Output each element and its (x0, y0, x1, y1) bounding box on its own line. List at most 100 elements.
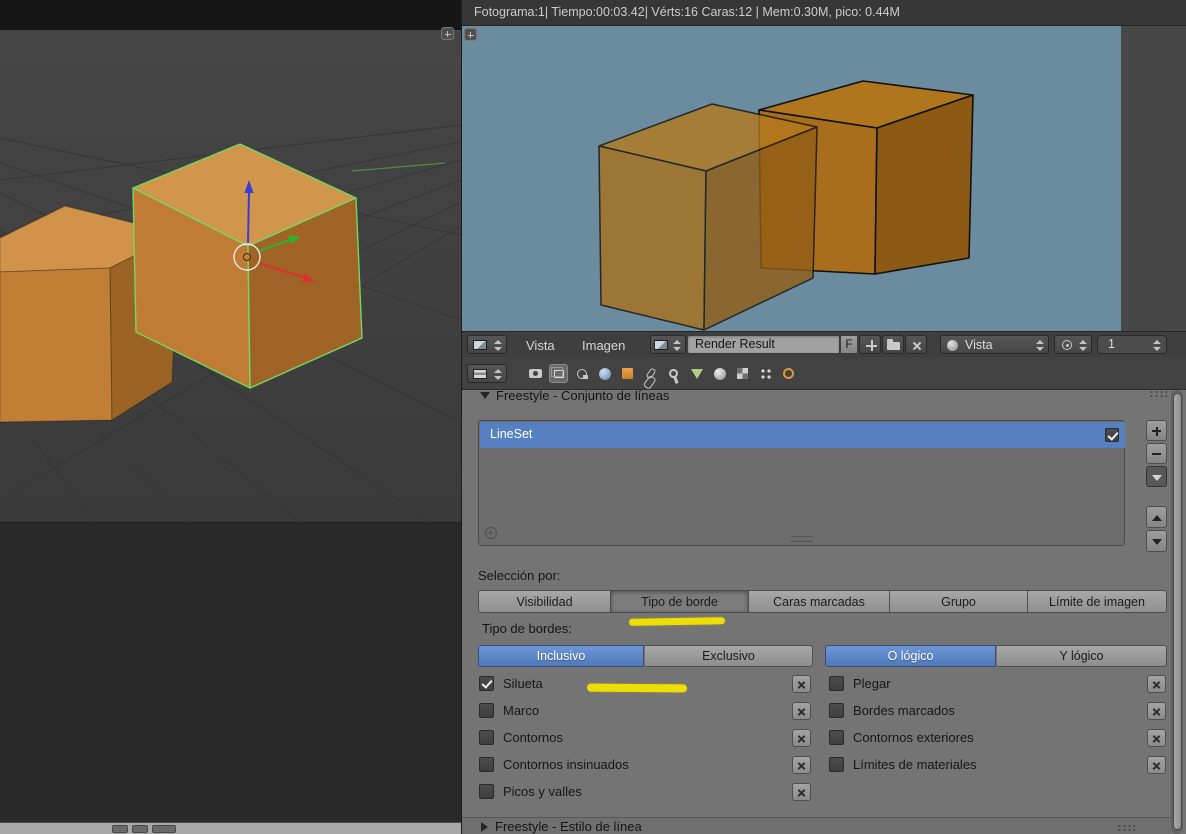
image-editor: Fotograma:1| Tiempo:00:03.42| Vérts:16 C… (461, 0, 1186, 357)
tab-material-icon[interactable] (710, 364, 729, 383)
plegar-checkbox[interactable] (829, 676, 844, 691)
remove-edge-type-button[interactable] (1147, 729, 1166, 747)
layers-icon (554, 370, 564, 378)
region-expand-icon[interactable] (464, 28, 477, 41)
collapse-icon[interactable] (480, 392, 490, 399)
panel-grip-icon[interactable] (1149, 390, 1167, 398)
timeline-button[interactable] (112, 825, 128, 833)
lineset-enable-checkbox[interactable] (1105, 428, 1119, 442)
menu-imagen[interactable]: Imagen (582, 338, 625, 353)
unlink-image-button[interactable] (905, 335, 927, 354)
tab-limite-de-imagen[interactable]: Límite de imagen (1028, 590, 1167, 613)
add-lineset-button[interactable] (1146, 420, 1167, 441)
bordes-marcados-checkbox[interactable] (829, 703, 844, 718)
edge-type-row: Límites de materiales (828, 756, 1166, 774)
menu-vista[interactable]: Vista (526, 338, 555, 353)
move-lineset-down-button[interactable] (1146, 530, 1167, 552)
tab-object-data-icon[interactable] (687, 364, 706, 383)
move-lineset-up-button[interactable] (1146, 506, 1167, 528)
timeline-button[interactable] (132, 825, 148, 833)
contornos-insinuados-checkbox[interactable] (479, 757, 494, 772)
tab-tipo-de-borde[interactable]: Tipo de borde (611, 590, 749, 613)
render-canvas[interactable] (462, 26, 1186, 331)
silueta-checkbox[interactable] (479, 676, 494, 691)
open-image-button[interactable] (882, 335, 904, 354)
scrollbar[interactable] (1171, 390, 1183, 834)
remove-edge-type-button[interactable] (1147, 702, 1166, 720)
browse-image-button[interactable] (650, 335, 686, 354)
wrench-icon (668, 368, 680, 380)
rendered-cubes (462, 26, 1121, 331)
linestyle-panel-title[interactable]: Freestyle - Estilo de línea (495, 819, 642, 834)
tab-render-layers-icon[interactable] (549, 364, 568, 383)
tab-object-icon[interactable] (618, 364, 637, 383)
marco-checkbox[interactable] (479, 703, 494, 718)
linestyle-panel-header[interactable]: Freestyle - Estilo de línea (462, 817, 1171, 834)
timeline-button[interactable] (152, 825, 176, 833)
3d-viewport[interactable] (0, 0, 461, 822)
edge-type-label: Silueta (503, 676, 543, 691)
contornos-exteriores-checkbox[interactable] (829, 730, 844, 745)
tab-visibilidad[interactable]: Visibilidad (478, 590, 611, 613)
image-editor-header: Vista Imagen Render Result F Vista (462, 331, 1186, 357)
inclusivo-button[interactable]: Inclusivo (478, 645, 644, 667)
editor-type-button[interactable] (467, 364, 507, 383)
collapse-icon[interactable] (481, 822, 488, 832)
picos-y-valles-checkbox[interactable] (479, 784, 494, 799)
tab-scene-icon[interactable] (572, 364, 591, 383)
region-expand-icon[interactable] (441, 27, 454, 40)
list-add-icon[interactable] (485, 527, 497, 539)
limites-de-materiales-checkbox[interactable] (829, 757, 844, 772)
timeline-strip[interactable] (0, 822, 461, 834)
list-resize-grip[interactable] (791, 536, 813, 542)
tab-physics-icon[interactable] (779, 364, 798, 383)
scrollbar-thumb[interactable] (1173, 393, 1182, 830)
y-logico-button[interactable]: Y lógico (997, 645, 1167, 667)
pivot-icon (1062, 340, 1072, 350)
new-image-button[interactable] (859, 335, 881, 354)
tab-modifiers-icon[interactable] (664, 364, 683, 383)
chain-icon (645, 367, 656, 379)
remove-edge-type-button[interactable] (1147, 675, 1166, 693)
remove-edge-type-button[interactable] (792, 783, 811, 801)
tab-render-icon[interactable] (526, 364, 545, 383)
tab-texture-icon[interactable] (733, 364, 752, 383)
lineset-specials-button[interactable] (1146, 466, 1167, 487)
view-mode-label: Vista (965, 338, 993, 352)
tab-caras-marcadas[interactable]: Caras marcadas (749, 590, 890, 613)
pivot-dropdown[interactable] (1054, 335, 1092, 354)
lineset-row[interactable]: LineSet (480, 422, 1125, 448)
tab-world-icon[interactable] (595, 364, 614, 383)
edge-type-label: Plegar (853, 676, 891, 691)
tab-particles-icon[interactable] (756, 364, 775, 383)
properties-header (462, 357, 1186, 390)
plus-icon (866, 340, 877, 351)
fake-user-button[interactable]: F (840, 335, 858, 354)
lineset-listbox[interactable]: LineSet (478, 420, 1125, 546)
contornos-checkbox[interactable] (479, 730, 494, 745)
3d-scene[interactable] (0, 30, 461, 522)
view-mode-dropdown[interactable]: Vista (940, 335, 1049, 354)
camera-icon (529, 369, 542, 378)
editor-type-button[interactable] (467, 335, 507, 354)
remove-edge-type-button[interactable] (792, 729, 811, 747)
o-logico-button[interactable]: O lógico (825, 645, 996, 667)
exclusivo-button[interactable]: Exclusivo (645, 645, 813, 667)
remove-edge-type-button[interactable] (1147, 756, 1166, 774)
tab-constraints-icon[interactable] (641, 364, 660, 383)
remove-edge-type-button[interactable] (792, 702, 811, 720)
tab-grupo[interactable]: Grupo (890, 590, 1028, 613)
remove-edge-type-button[interactable] (792, 756, 811, 774)
image-name-field[interactable]: Render Result (687, 335, 840, 354)
close-icon (911, 340, 923, 352)
panel-grip-icon[interactable] (1117, 824, 1135, 832)
render-slot-field[interactable]: 1 (1097, 335, 1167, 354)
remove-edge-type-button[interactable] (792, 675, 811, 693)
chevron-updown-icon (1153, 340, 1161, 351)
cube-icon (622, 368, 633, 379)
render-stats-bar: Fotograma:1| Tiempo:00:03.42| Vérts:16 C… (462, 0, 1186, 26)
lineset-panel-title[interactable]: Freestyle - Conjunto de líneas (496, 388, 669, 403)
chevron-updown-icon (1079, 340, 1087, 351)
remove-lineset-button[interactable] (1146, 443, 1167, 464)
3d-scene-canvas[interactable] (0, 30, 461, 522)
